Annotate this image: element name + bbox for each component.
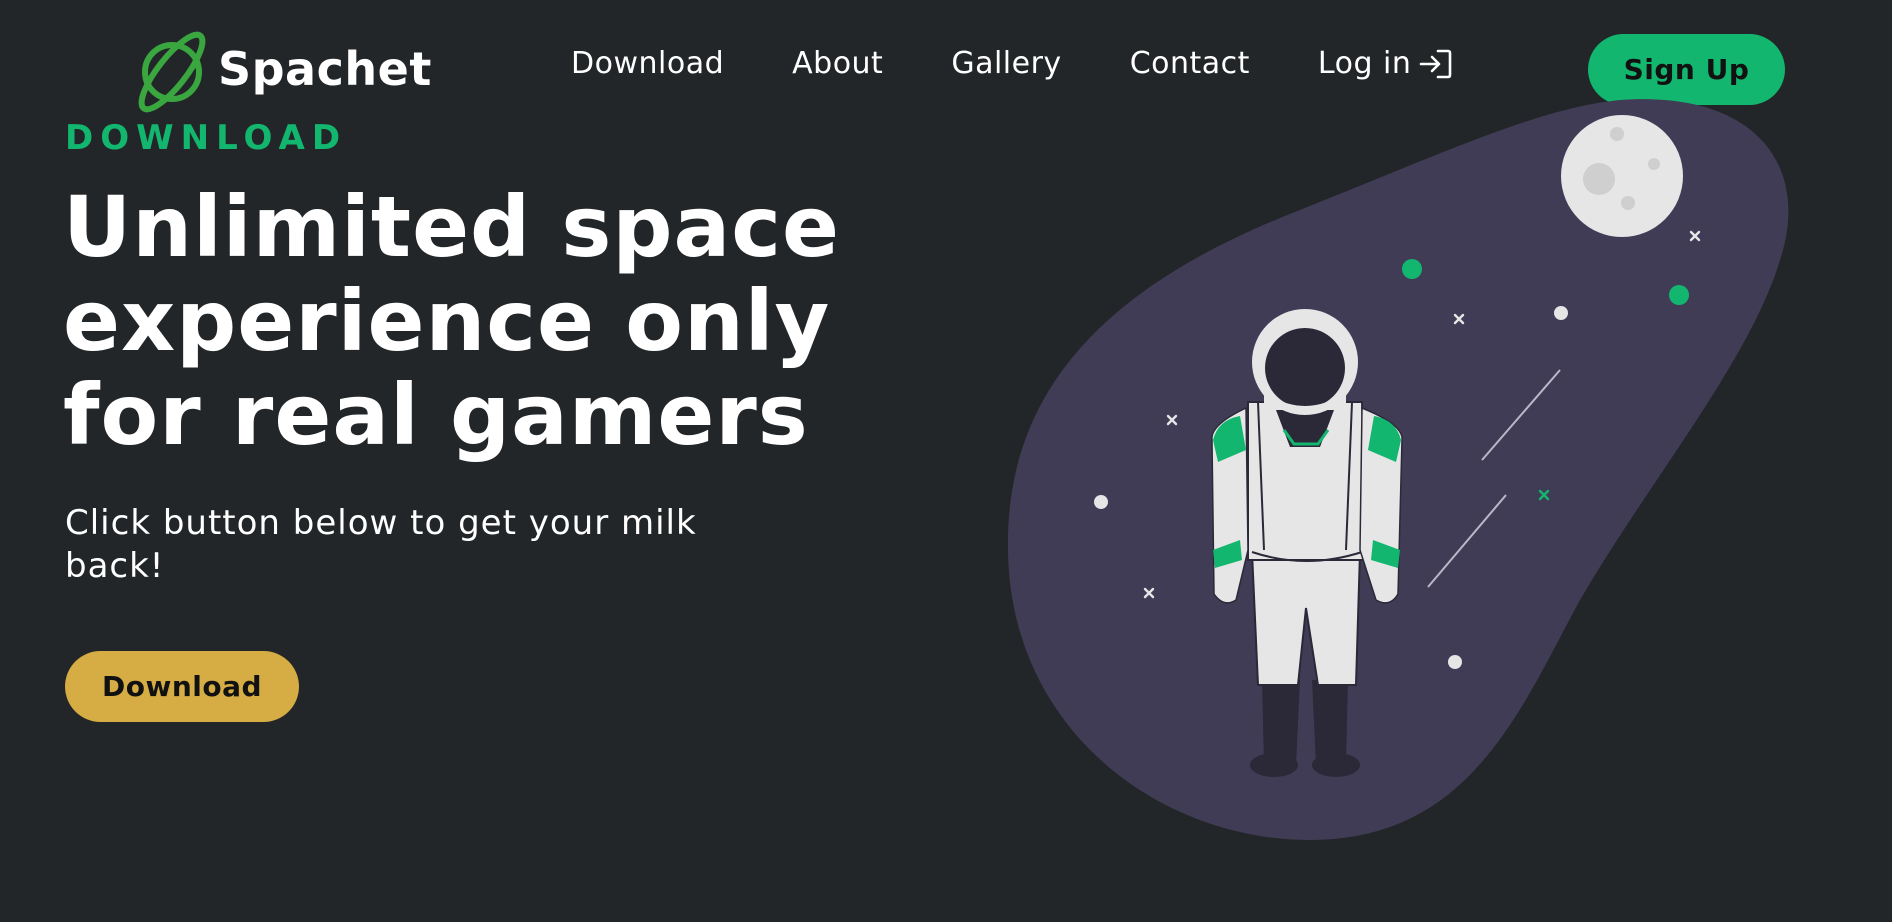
hero-subtext: Click button below to get your milk back…: [65, 503, 697, 586]
planet-icon: [138, 31, 206, 113]
landing-page: Spachet Download About Gallery Contact L…: [0, 0, 1892, 922]
login-arrow-icon: [1420, 49, 1452, 78]
main-nav: Download About Gallery Contact Log in: [571, 46, 1453, 81]
nav-link-gallery[interactable]: Gallery: [951, 46, 1061, 81]
nav-link-login[interactable]: Log in: [1318, 46, 1453, 81]
brand-name: Spachet: [218, 42, 432, 96]
nav-link-contact[interactable]: Contact: [1130, 46, 1250, 81]
nav-link-download[interactable]: Download: [571, 46, 724, 81]
login-label: Log in: [1317, 46, 1412, 81]
download-button[interactable]: Download: [65, 651, 299, 722]
hero-eyebrow: DOWNLOAD: [65, 118, 348, 158]
moon-icon: [1561, 115, 1683, 237]
hero-headline: Unlimited space experience only for real…: [63, 178, 840, 464]
astronaut-illustration: [1007, 99, 1789, 841]
nav-link-about[interactable]: About: [792, 46, 883, 81]
brand-logo[interactable]: Spachet: [126, 24, 432, 114]
